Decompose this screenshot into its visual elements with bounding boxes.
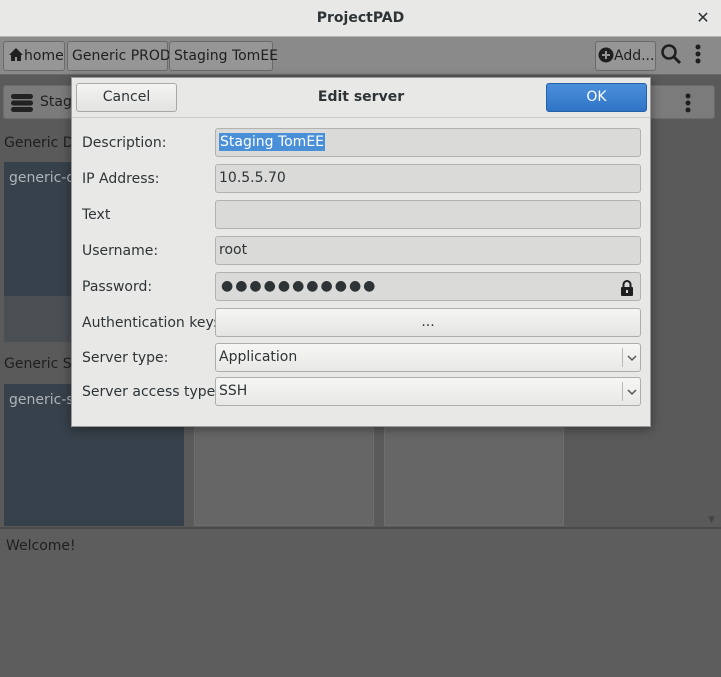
combo-separator [622, 382, 623, 401]
server-card-label: generic-d [9, 170, 76, 186]
toolbar: home Generic PROD Staging TomEE Add... [0, 37, 721, 75]
server-type-select[interactable]: Application [215, 343, 641, 372]
more-vertical-icon[interactable] [694, 43, 712, 69]
tab-generic-prod[interactable]: Generic PROD [67, 41, 171, 71]
server-more-icon[interactable] [684, 92, 692, 118]
plus-circle-icon [598, 47, 614, 63]
password-field[interactable]: ●●●●●●●●●●● [215, 272, 641, 301]
log-text: Welcome! [6, 538, 76, 554]
chevron-down-icon[interactable] [627, 379, 637, 406]
description-field[interactable]: Staging TomEE [215, 128, 641, 157]
username-label: Username: [82, 243, 159, 259]
scrollbar[interactable]: ▼ [705, 120, 719, 525]
scroll-down-icon[interactable]: ▼ [708, 515, 715, 525]
server-type-value: Application [219, 349, 298, 365]
dialog-header: Cancel Edit server OK [72, 78, 650, 118]
auth-key-button[interactable]: ... [215, 308, 641, 337]
tab-home-label: home [24, 48, 64, 64]
add-button[interactable]: Add... [595, 41, 656, 71]
description-label: Description: [82, 135, 167, 151]
server-stack-icon [10, 94, 34, 116]
log-panel: Welcome! [0, 527, 721, 677]
password-label: Password: [82, 279, 153, 295]
server-card[interactable] [194, 427, 374, 526]
tab-home[interactable]: home [3, 41, 65, 71]
lock-icon[interactable] [620, 279, 634, 300]
section-label-generic-st: Generic ST [4, 356, 81, 372]
window-title: ProjectPAD [316, 10, 405, 26]
username-field[interactable]: root [215, 236, 641, 265]
text-field[interactable] [215, 200, 641, 229]
auth-key-label: Authentication key: [82, 315, 218, 331]
combo-separator [622, 348, 623, 367]
server-card-label: generic-s [9, 392, 74, 408]
ok-button[interactable]: OK [546, 83, 647, 112]
server-card[interactable] [384, 427, 564, 526]
ip-address-field[interactable]: 10.5.5.70 [215, 164, 641, 193]
server-type-label: Server type: [82, 350, 169, 366]
ip-address-label: IP Address: [82, 171, 160, 187]
chevron-down-icon[interactable] [627, 345, 637, 372]
close-icon[interactable]: ✕ [695, 8, 711, 27]
add-button-label: Add... [614, 48, 655, 64]
password-value: ●●●●●●●●●●● [221, 278, 378, 294]
tab-staging-tomee[interactable]: Staging TomEE [169, 41, 278, 71]
section-label-generic-di: Generic DI [4, 135, 78, 151]
edit-server-dialog: Cancel Edit server OK Description: Stagi… [71, 77, 651, 427]
server-access-type-value: SSH [219, 383, 248, 399]
window-titlebar: ProjectPAD ✕ [0, 0, 721, 37]
home-icon [9, 48, 23, 61]
text-label: Text [82, 207, 111, 223]
server-header-label: Stag [40, 94, 72, 110]
search-icon[interactable] [660, 43, 686, 69]
description-value: Staging TomEE [219, 133, 326, 151]
server-access-type-select[interactable]: SSH [215, 377, 641, 406]
server-access-type-label: Server access type: [82, 384, 220, 400]
